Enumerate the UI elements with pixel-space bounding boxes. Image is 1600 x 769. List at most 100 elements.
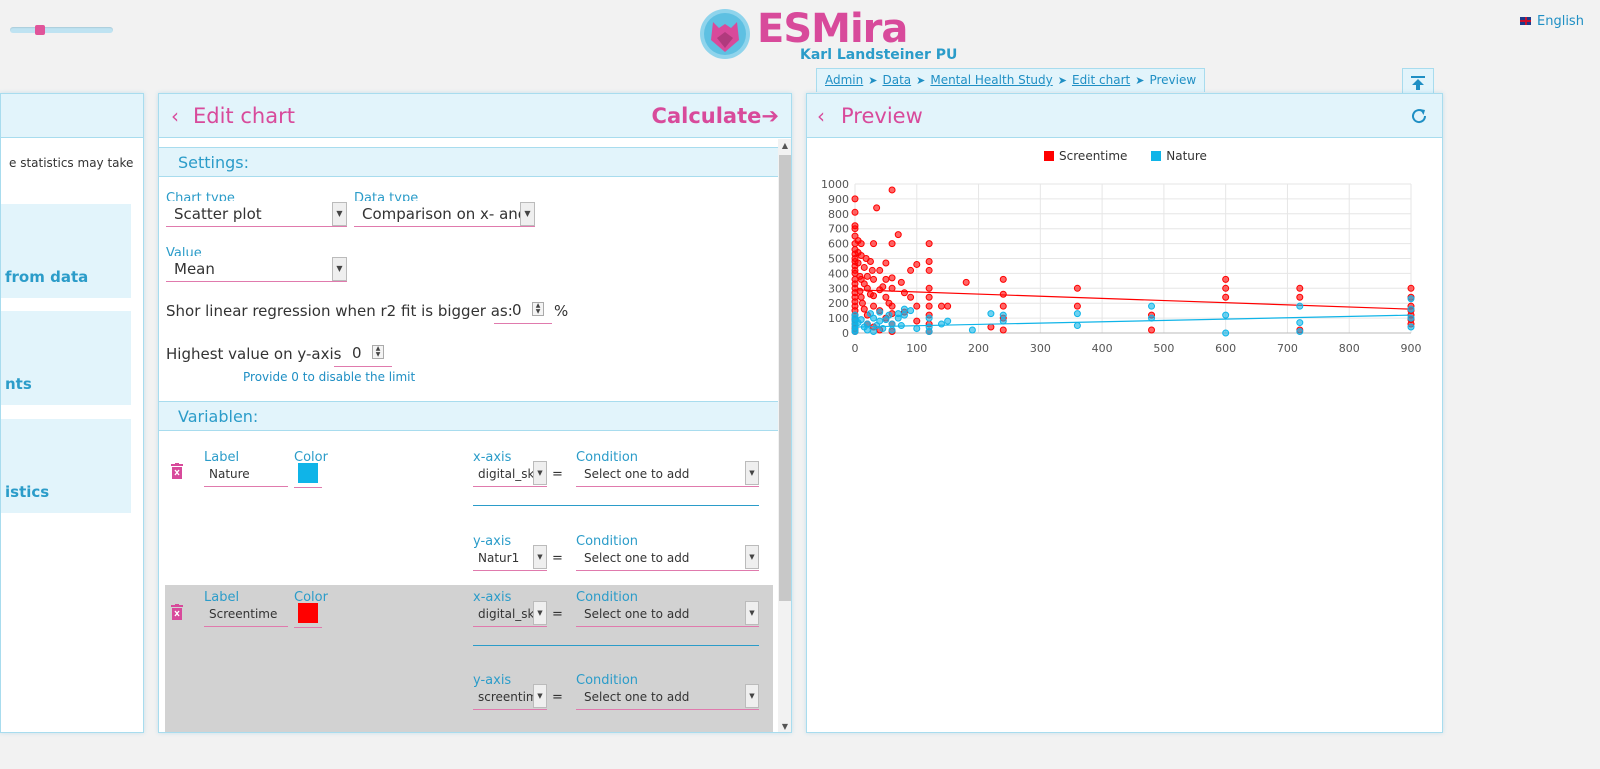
- language-label: English: [1537, 14, 1584, 29]
- data-point-screentime: [858, 299, 866, 307]
- legend-item-screentime[interactable]: Screentime: [1044, 149, 1127, 163]
- trash-icon[interactable]: [170, 604, 184, 620]
- refresh-icon[interactable]: [1410, 107, 1428, 125]
- data-point-screentime: [851, 225, 859, 233]
- data-point-nature: [1296, 302, 1304, 310]
- x-axis-select[interactable]: digital_sk ▼: [473, 599, 547, 627]
- arrow-right-icon: ➔: [761, 103, 779, 128]
- x-condition-select[interactable]: Select one to add ▼: [576, 459, 759, 487]
- stepper-icon[interactable]: ▲ ▼: [372, 345, 384, 359]
- data-point-nature: [885, 311, 893, 319]
- chevron-down-icon[interactable]: ▼: [745, 461, 759, 485]
- chevron-down-icon[interactable]: ▼: [533, 684, 547, 708]
- data-point-screentime: [888, 274, 896, 282]
- chevron-down-icon[interactable]: ▼: [332, 202, 347, 226]
- tile-from-data[interactable]: from data: [1, 204, 131, 298]
- breadcrumb-study[interactable]: Mental Health Study: [930, 73, 1052, 87]
- data-point-nature: [876, 308, 884, 316]
- data-point-nature: [925, 328, 933, 336]
- data-point-nature: [851, 328, 859, 336]
- chevron-right-icon: ➤: [1135, 74, 1145, 87]
- chevron-down-icon[interactable]: ▼: [533, 601, 547, 625]
- x-tick-label: 700: [1277, 342, 1298, 355]
- data-point-screentime: [1073, 284, 1081, 292]
- y-tick-label: 1000: [821, 178, 849, 191]
- regression-threshold-input[interactable]: 0 ▲ ▼: [494, 296, 552, 324]
- vertical-scrollbar[interactable]: ▲ ▼: [778, 139, 791, 732]
- scroll-up-icon[interactable]: ▲: [778, 139, 791, 153]
- x-tick-label: 100: [906, 342, 927, 355]
- language-selector[interactable]: English: [1520, 14, 1584, 29]
- chevron-down-icon[interactable]: ▼: [332, 257, 347, 281]
- data-point-nature: [870, 314, 878, 322]
- trash-icon[interactable]: [170, 463, 184, 479]
- chevron-down-icon[interactable]: ▼: [745, 601, 759, 625]
- calculate-button[interactable]: Calculate➔: [652, 104, 779, 128]
- left-panel-note: e statistics may take: [9, 156, 134, 170]
- arrow-to-top-icon: [1411, 76, 1425, 90]
- scroll-down-icon[interactable]: ▼: [778, 720, 791, 732]
- brand-title: ESMira: [757, 6, 908, 52]
- variable-row-selected: Label Screentime Color x-axis digital_sk…: [165, 585, 773, 732]
- tile-events[interactable]: nts: [1, 311, 131, 405]
- data-point-nature: [937, 320, 945, 328]
- x-axis-select[interactable]: digital_sk ▼: [473, 459, 547, 487]
- scrollbar-thumb[interactable]: [779, 155, 791, 601]
- tile-statistics[interactable]: istics: [1, 419, 131, 513]
- data-point-screentime: [888, 240, 896, 248]
- chart-type-value: Scatter plot: [174, 205, 262, 223]
- variables-section-title: Variablen:: [159, 401, 779, 431]
- stepper-icon[interactable]: ▲ ▼: [532, 302, 544, 316]
- chevron-down-icon[interactable]: ▼: [533, 545, 547, 569]
- zoom-slider-thumb[interactable]: [35, 25, 45, 35]
- breadcrumb: Admin ➤ Data ➤ Mental Health Study ➤ Edit char…: [816, 68, 1206, 92]
- data-point-screentime: [999, 290, 1007, 298]
- y-axis-select[interactable]: screentim ▼: [473, 682, 547, 710]
- preview-panel: ‹ Preview Screentime Nature 0 100 200 300 40…: [806, 93, 1443, 733]
- data-point-screentime: [999, 275, 1007, 283]
- data-point-screentime: [1407, 284, 1415, 292]
- value-select[interactable]: Mean ▼: [166, 256, 347, 282]
- data-type-select[interactable]: Comparison on x- and ▼: [354, 201, 535, 227]
- ymax-input[interactable]: 0 ▲ ▼: [334, 339, 392, 367]
- back-chevron-icon[interactable]: ‹: [171, 104, 179, 128]
- y-axis-select[interactable]: Natur1 ▼: [473, 543, 547, 571]
- y-tick-label: 200: [828, 297, 849, 310]
- data-point-nature: [1407, 314, 1415, 322]
- breadcrumb-edit-chart[interactable]: Edit chart: [1072, 73, 1130, 87]
- color-picker[interactable]: [294, 599, 322, 628]
- color-picker[interactable]: [294, 459, 322, 488]
- y-condition-select[interactable]: Select one to add ▼: [576, 682, 759, 710]
- preview-header: ‹ Preview: [807, 94, 1442, 138]
- variable-label-input[interactable]: Screentime: [204, 599, 288, 627]
- y-condition-select[interactable]: Select one to add ▼: [576, 543, 759, 571]
- data-point-screentime: [1296, 293, 1304, 301]
- variable-label-input[interactable]: Nature: [204, 459, 288, 487]
- chart-type-select[interactable]: Scatter plot ▼: [166, 201, 347, 227]
- x-tick-label: 0: [852, 342, 859, 355]
- chevron-down-icon[interactable]: ▼: [745, 545, 759, 569]
- legend-item-nature[interactable]: Nature: [1151, 149, 1207, 163]
- chevron-down-icon[interactable]: ▼: [520, 202, 535, 226]
- data-point-screentime: [863, 272, 871, 280]
- condition-placeholder: Select one to add: [584, 690, 690, 704]
- back-chevron-icon[interactable]: ‹: [817, 104, 825, 128]
- zoom-slider-track[interactable]: [10, 27, 113, 33]
- chevron-down-icon[interactable]: ▼: [533, 461, 547, 485]
- chevron-right-icon: ➤: [916, 74, 926, 87]
- breadcrumb-data[interactable]: Data: [882, 73, 911, 87]
- data-point-nature: [863, 326, 871, 334]
- y-tick-label: 900: [828, 193, 849, 206]
- zoom-slider[interactable]: [10, 25, 113, 35]
- breadcrumb-admin[interactable]: Admin: [825, 73, 863, 87]
- y-tick-label: 600: [828, 238, 849, 251]
- x-condition-select[interactable]: Select one to add ▼: [576, 599, 759, 627]
- data-point-screentime: [854, 259, 862, 267]
- chevron-down-icon[interactable]: ▼: [745, 684, 759, 708]
- regression-value: 0: [512, 301, 522, 319]
- equals-sign: =: [552, 467, 563, 482]
- edit-chart-scroll-area[interactable]: Settings: Chart type Scatter plot ▼ Data …: [159, 139, 779, 732]
- data-point-screentime: [999, 302, 1007, 310]
- x-tick-label: 600: [1215, 342, 1236, 355]
- tile-label: nts: [5, 375, 32, 393]
